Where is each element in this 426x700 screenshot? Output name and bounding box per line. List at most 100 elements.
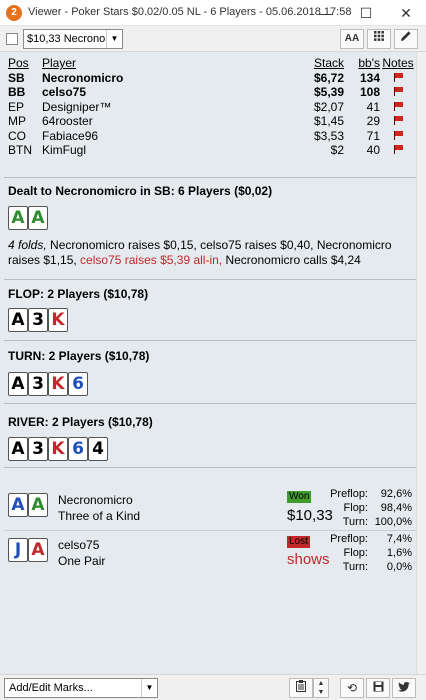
player-name: Designiper™ — [42, 99, 112, 114]
player-stack: $1,45 — [313, 114, 344, 129]
all-in-text: celso75 raises $5,39 all-in, — [80, 253, 223, 267]
player-position: MP — [8, 114, 26, 129]
player-row[interactable]: SB Necronomicro $6,72 134 — [8, 71, 416, 86]
divider — [4, 403, 416, 404]
marks-select[interactable]: Add/Edit Marks... ▼ — [4, 678, 158, 698]
playing-card: A — [8, 372, 28, 396]
save-button[interactable] — [366, 678, 390, 698]
note-flag-icon[interactable] — [380, 100, 416, 115]
divider — [4, 467, 416, 468]
pencil-icon — [400, 31, 412, 45]
player-stack: $5,39 — [313, 85, 344, 100]
marks-select-value: Add/Edit Marks... — [9, 682, 93, 694]
note-flag-icon[interactable] — [380, 114, 416, 129]
note-flag-icon[interactable] — [380, 129, 416, 144]
player-stack: $3,53 — [313, 128, 344, 143]
grid-button[interactable] — [367, 29, 391, 49]
vertical-scrollbar[interactable] — [416, 52, 426, 674]
result-hand-rank: Three of a Kind — [58, 509, 141, 523]
playing-card: 4 — [88, 437, 108, 461]
spinner-icon: ▲ ▼ — [317, 680, 325, 696]
chevron-down-icon[interactable]: ▼ — [106, 30, 122, 48]
preflop-action-text: 4 folds, Necronomicro raises $0,15, cels… — [8, 238, 408, 268]
player-bbs: 40 — [366, 143, 380, 158]
chevron-down-icon[interactable]: ▼ — [141, 679, 157, 697]
status-bar: Add/Edit Marks... ▼ ▲ ▼ ⟲ — [0, 674, 426, 700]
col-player-header: Player — [42, 56, 77, 71]
maximize-button[interactable]: ☐ — [346, 0, 386, 26]
action-text-2: Necronomicro calls $4,24 — [222, 253, 361, 267]
text-size-icon: AA — [344, 33, 360, 44]
playing-card: A — [28, 206, 48, 230]
lost-badge: Lost — [287, 536, 310, 548]
playing-card: A — [28, 538, 48, 562]
hand-select[interactable]: $10,33 Necronomi ▼ — [23, 29, 123, 49]
note-flag-icon[interactable] — [380, 85, 416, 100]
refresh-button[interactable]: ⟲ — [340, 678, 364, 698]
playing-card: K — [48, 372, 68, 396]
note-flag-icon[interactable] — [380, 71, 416, 86]
player-stack: $2 — [330, 143, 344, 158]
twitter-button[interactable] — [392, 678, 416, 698]
player-name: celso75 — [42, 85, 87, 100]
player-bbs: 108 — [359, 85, 380, 100]
folds-text: 4 folds, — [8, 238, 47, 252]
players-table: Pos Player Stack bb's Notes SB Necronomic… — [8, 56, 416, 158]
playing-card: A — [28, 493, 48, 517]
save-icon — [373, 681, 384, 695]
player-stack: $6,72 — [313, 70, 344, 85]
window-title: Viewer - Poker Stars $0.02/0.05 NL - 6 P… — [28, 6, 352, 18]
won-amount: $10,33 — [287, 507, 333, 524]
result-hand-rank: One Pair — [58, 554, 106, 568]
river-title: RIVER: 2 Players ($10,78) — [8, 415, 153, 429]
player-position: BB — [8, 85, 26, 100]
player-bbs: 41 — [366, 99, 380, 114]
playing-card: J — [8, 538, 28, 562]
playing-card: A — [8, 493, 28, 517]
edit-button[interactable] — [394, 29, 418, 49]
player-name: Fabiace96 — [42, 128, 99, 143]
playing-card: 6 — [68, 437, 88, 461]
won-badge: Won — [287, 491, 312, 503]
playing-card: A — [8, 206, 28, 230]
player-row[interactable]: BTN KimFugl $2 40 — [8, 143, 416, 158]
playing-card: 3 — [28, 308, 48, 332]
player-row[interactable]: CO Fabiace96 $3,53 71 — [8, 129, 416, 144]
app-logo-icon: 2 — [6, 5, 22, 21]
text-size-button[interactable]: AA — [340, 29, 364, 49]
shows-text: shows — [287, 551, 330, 568]
grid-icon — [374, 31, 384, 44]
minimize-button[interactable]: — — [306, 0, 346, 26]
refresh-icon: ⟲ — [346, 681, 358, 695]
result-player-name: Necronomicro — [58, 493, 133, 507]
note-flag-icon[interactable] — [380, 143, 416, 158]
playing-card: K — [48, 308, 68, 332]
col-stack-header: Stack — [313, 56, 344, 71]
player-row[interactable]: BB celso75 $5,39 108 — [8, 85, 416, 100]
divider — [4, 340, 416, 341]
player-position: CO — [8, 128, 26, 143]
flop-title: FLOP: 2 Players ($10,78) — [8, 287, 149, 301]
player-name: 64rooster — [42, 114, 93, 129]
hand-select-value: $10,33 Necronomi — [27, 33, 107, 45]
col-bbs-header: bb's — [358, 56, 380, 71]
playing-card: A — [8, 437, 28, 461]
close-button[interactable]: ✕ — [386, 0, 426, 26]
player-row[interactable]: MP 64rooster $1,45 29 — [8, 114, 416, 129]
divider — [4, 530, 416, 531]
player-position: SB — [8, 70, 25, 85]
playing-card: 3 — [28, 437, 48, 461]
player-position: BTN — [8, 143, 32, 158]
clipboard-button[interactable] — [289, 678, 313, 698]
divider — [4, 177, 416, 178]
preflop-title: Dealt to Necronomicro in SB: 6 Players (… — [8, 184, 273, 198]
hand-checkbox[interactable] — [6, 33, 18, 45]
spinner-button[interactable]: ▲ ▼ — [313, 678, 329, 698]
player-row[interactable]: EP Designiper™ $2,07 41 — [8, 100, 416, 115]
player-bbs: 134 — [359, 70, 380, 85]
playing-card: K — [48, 437, 68, 461]
col-notes-header: Notes — [382, 56, 414, 71]
player-stack: $2,07 — [313, 99, 344, 114]
player-name: KimFugl — [42, 143, 87, 158]
twitter-icon — [398, 681, 410, 695]
